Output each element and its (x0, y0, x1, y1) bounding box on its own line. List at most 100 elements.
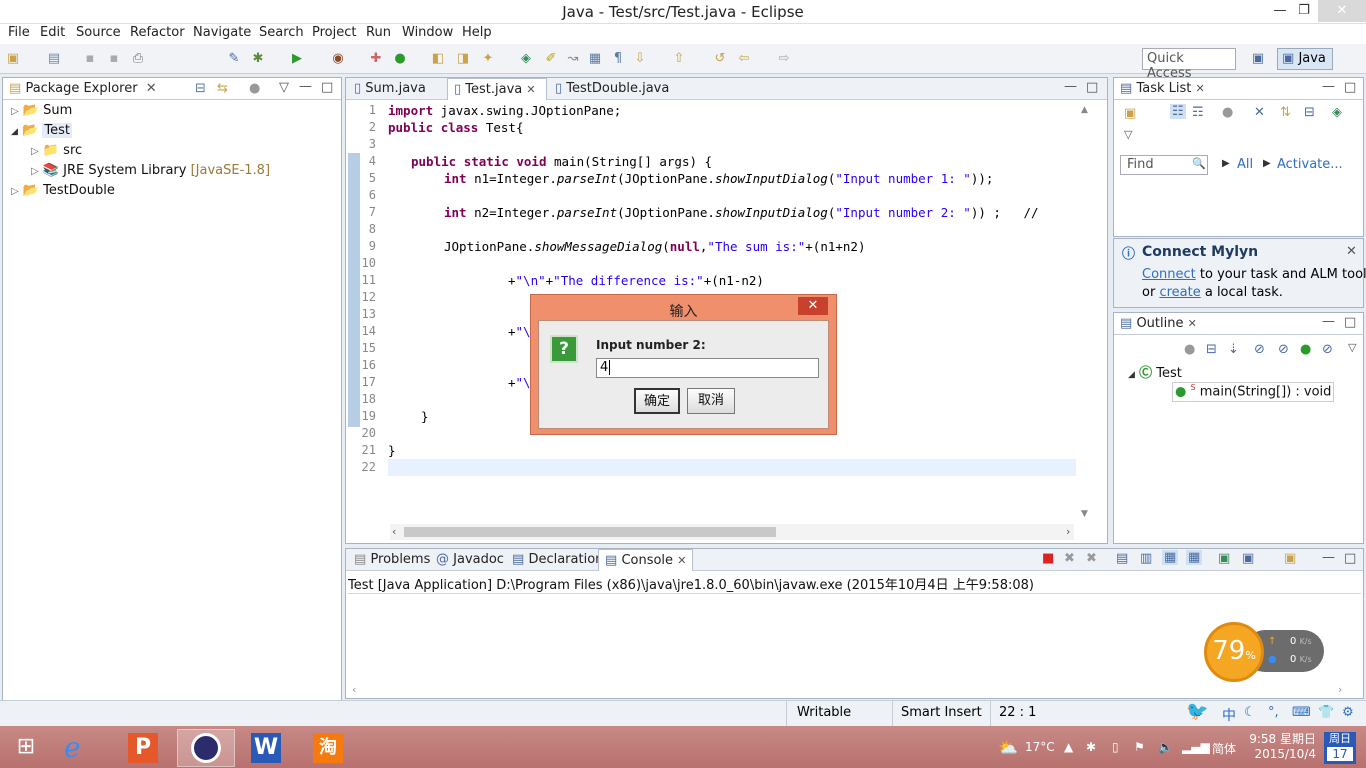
search-icon[interactable]: ✦ (480, 51, 496, 67)
scrollbar-thumb[interactable] (404, 527, 776, 537)
new-project-icon[interactable]: ▤ (46, 51, 62, 67)
menu-run[interactable]: Run (366, 25, 391, 40)
collapse-all-icon[interactable]: ⊟ (1304, 105, 1315, 120)
clock[interactable]: 9:58 星期日 2015/10/4 (1244, 732, 1316, 762)
open-console-icon[interactable]: ▣ (1284, 551, 1296, 566)
prev-annotation-icon[interactable]: ⇧ (671, 51, 687, 67)
categorized-icon[interactable]: ☷ (1170, 104, 1186, 119)
taskbar-wps-presentation[interactable]: P (115, 729, 171, 767)
create-link[interactable]: create (1159, 285, 1200, 300)
calendar-widget[interactable]: 周日 17 (1324, 732, 1356, 764)
show-on-stdout-icon[interactable]: ▦ (1162, 550, 1179, 565)
moon-icon[interactable]: ☾ (1244, 705, 1256, 720)
minimize-view-icon[interactable]: — (299, 79, 312, 94)
number-input[interactable]: 4 (596, 358, 819, 378)
hide-static-icon[interactable]: ⊘ (1278, 342, 1289, 357)
tab-package-explorer[interactable]: ▤ Package Explorer ✕ (3, 78, 163, 100)
expand-icon[interactable]: ▷ (11, 186, 19, 197)
paragraph-icon[interactable]: ¶ (610, 51, 626, 67)
start-button[interactable]: ⊞ (0, 726, 52, 768)
view-menu-icon[interactable]: ▽ (1348, 341, 1356, 354)
tree-item-test[interactable]: ◢ 📂 Test (11, 123, 72, 143)
open-perspective-icon[interactable]: ▣ (1250, 51, 1266, 67)
menu-navigate[interactable]: Navigate (193, 25, 251, 40)
ime-indicator[interactable]: 简体 (1212, 740, 1236, 757)
menu-search[interactable]: Search (259, 25, 304, 40)
maximize-view-icon[interactable]: □ (1344, 551, 1356, 566)
bluetooth-icon[interactable]: ✱ (1086, 740, 1096, 754)
restore-button[interactable]: ❐ (1290, 0, 1318, 22)
show-hidden-icons-icon[interactable]: ▲ (1064, 740, 1073, 754)
focus-icon[interactable]: ● (1222, 105, 1233, 120)
open-type-icon[interactable]: ◧ (430, 51, 446, 67)
sort-icon[interactable]: ⇣ (1228, 342, 1239, 357)
tree-item-jre[interactable]: ▷ 📚 JRE System Library [JavaSE-1.8] (31, 163, 270, 183)
minimize-view-icon[interactable]: — (1322, 79, 1335, 94)
maximize-view-icon[interactable]: □ (1344, 80, 1356, 95)
hide-local-types-icon[interactable]: ⊘ (1322, 342, 1333, 357)
network-icon[interactable]: ▂▄▆ (1182, 740, 1210, 754)
menu-help[interactable]: Help (462, 25, 492, 40)
close-icon[interactable]: ✕ (526, 83, 535, 96)
sync-icon[interactable]: ⇅ (1280, 105, 1291, 120)
collapse-icon[interactable]: ◢ (1128, 370, 1135, 380)
tab-console[interactable]: ▤ Console ✕ (598, 549, 694, 571)
tab-testdouble-java[interactable]: ▯ TestDouble.java (549, 78, 689, 100)
battery-icon[interactable]: ▯ (1112, 740, 1119, 754)
clear-console-icon[interactable]: ▤ (1116, 551, 1128, 566)
taskbar-wps-writer[interactable]: W (238, 729, 294, 767)
collapse-all-icon[interactable]: ⊟ (195, 81, 206, 96)
code-line-2[interactable]: public class Test{ (388, 120, 523, 137)
network-monitor-widget[interactable]: 79% ↑ 0 K/s ● 0 K/s (1204, 622, 1324, 682)
tree-item-src[interactable]: ▷ 📁 src (31, 143, 82, 163)
outline-item-method[interactable]: ● S main(String[]) : void (1172, 382, 1335, 402)
display-console-icon[interactable]: ▣ (1242, 551, 1254, 566)
tab-problems[interactable]: ▤ Problems (348, 549, 436, 571)
pin-console-icon[interactable]: ▣ (1218, 551, 1230, 566)
activate-task-link[interactable]: Activate... (1277, 157, 1343, 172)
collapse-icon[interactable]: ◢ (11, 127, 18, 137)
new-icon[interactable]: ▣ (5, 51, 21, 67)
code-line-21[interactable]: } (388, 443, 396, 460)
close-icon[interactable]: ✕ (1346, 244, 1357, 259)
new-task-icon[interactable]: ▣ (1124, 106, 1136, 121)
minimize-view-icon[interactable]: — (1322, 314, 1335, 329)
code-line-11[interactable]: +"\n"+"The difference is:"+(n1-n2) (508, 273, 764, 290)
link-editor-icon[interactable]: ⇆ (217, 81, 228, 96)
code-line-1[interactable]: import javax.swing.JOptionPane; (388, 103, 621, 120)
ok-button[interactable]: 确定 (634, 388, 680, 414)
remove-all-icon[interactable]: ✖ (1086, 551, 1097, 566)
maximize-view-icon[interactable]: □ (1344, 315, 1356, 330)
code-line-9[interactable]: JOptionPane.showMessageDialog(null,"The … (444, 239, 865, 256)
close-icon[interactable]: ✕ (146, 81, 157, 96)
save-all-icon[interactable]: ▪ (106, 51, 122, 67)
code-line-17[interactable]: +"\ (508, 375, 531, 392)
action-center-icon[interactable]: ⚑ (1134, 740, 1145, 754)
java-perspective-button[interactable]: ▣ Java (1277, 48, 1333, 70)
maximize-view-icon[interactable]: □ (1086, 80, 1098, 95)
all-tasks-link[interactable]: All (1237, 157, 1253, 172)
weather-icon[interactable]: ⛅ (998, 738, 1018, 757)
vertical-scrollbar[interactable]: ▲ ▼ (1076, 101, 1094, 521)
horizontal-scrollbar[interactable]: ‹ › (390, 524, 1074, 540)
skin-icon[interactable]: 👕 (1318, 705, 1334, 720)
print-icon[interactable]: ⎙ (130, 51, 146, 67)
code-line-19[interactable]: } (421, 409, 429, 426)
dialog-close-button[interactable]: ✕ (798, 297, 828, 315)
keyboard-icon[interactable]: ⌨ (1292, 705, 1311, 720)
skip-breakpoints-icon[interactable]: ✎ (226, 51, 242, 67)
last-edit-icon[interactable]: ↺ (712, 51, 728, 67)
tree-item-testdouble[interactable]: ▷ 📂 TestDouble (11, 183, 115, 203)
outline-item-class[interactable]: ◢ Ⓒ Test (1128, 362, 1182, 382)
tab-sum-java[interactable]: ▯ Sum.java (348, 78, 446, 100)
settings-icon[interactable]: ⚙ (1342, 705, 1354, 720)
view-menu-icon[interactable]: ▽ (279, 80, 289, 95)
hide-nonpublic-icon[interactable]: ● (1300, 342, 1311, 357)
menu-window[interactable]: Window (402, 25, 453, 40)
expand-icon[interactable]: ▷ (31, 146, 39, 157)
volume-icon[interactable]: 🔈 (1158, 740, 1173, 754)
show-on-stderr-icon[interactable]: ▦ (1186, 550, 1203, 565)
menu-source[interactable]: Source (76, 25, 121, 40)
code-line-4[interactable]: public static void main(String[] args) { (411, 154, 712, 171)
scheduled-icon[interactable]: ☶ (1192, 105, 1204, 120)
